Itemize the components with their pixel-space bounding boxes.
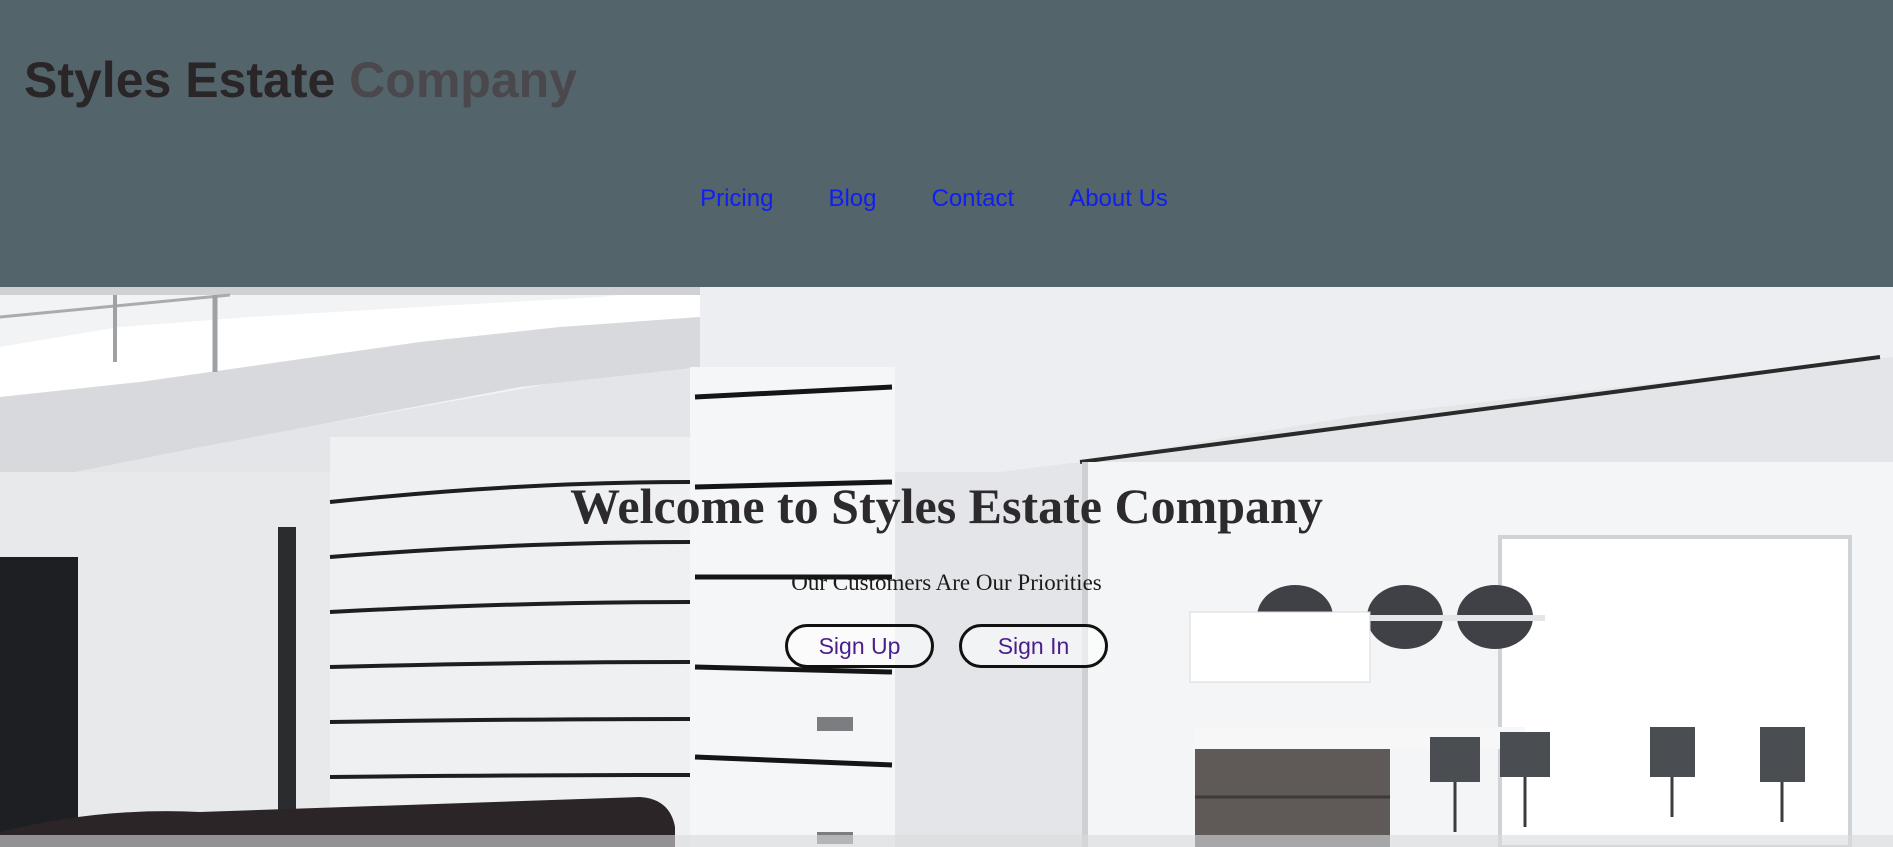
logo-text-secondary: Company bbox=[349, 52, 577, 108]
hero-section: Welcome to Styles Estate Company Our Cus… bbox=[0, 287, 1893, 847]
logo-text-primary: Styles Estate bbox=[24, 52, 350, 108]
hero-buttons: Sign Up Sign In bbox=[0, 624, 1893, 668]
hero-content: Welcome to Styles Estate Company Our Cus… bbox=[0, 287, 1893, 847]
sign-in-button[interactable]: Sign In bbox=[959, 624, 1108, 668]
main-nav: Pricing Blog Contact About Us bbox=[0, 185, 1893, 213]
nav-link-blog[interactable]: Blog bbox=[828, 185, 876, 213]
site-header: Styles Estate Company Pricing Blog Conta… bbox=[0, 0, 1893, 287]
nav-link-about-us[interactable]: About Us bbox=[1069, 185, 1168, 213]
site-logo[interactable]: Styles Estate Company bbox=[24, 50, 577, 110]
nav-link-contact[interactable]: Contact bbox=[931, 185, 1014, 213]
nav-link-pricing[interactable]: Pricing bbox=[700, 185, 773, 213]
hero-subtitle: Our Customers Are Our Priorities bbox=[791, 570, 1102, 595]
hero-title: Welcome to Styles Estate Company bbox=[570, 478, 1323, 534]
sign-up-button[interactable]: Sign Up bbox=[785, 624, 934, 668]
